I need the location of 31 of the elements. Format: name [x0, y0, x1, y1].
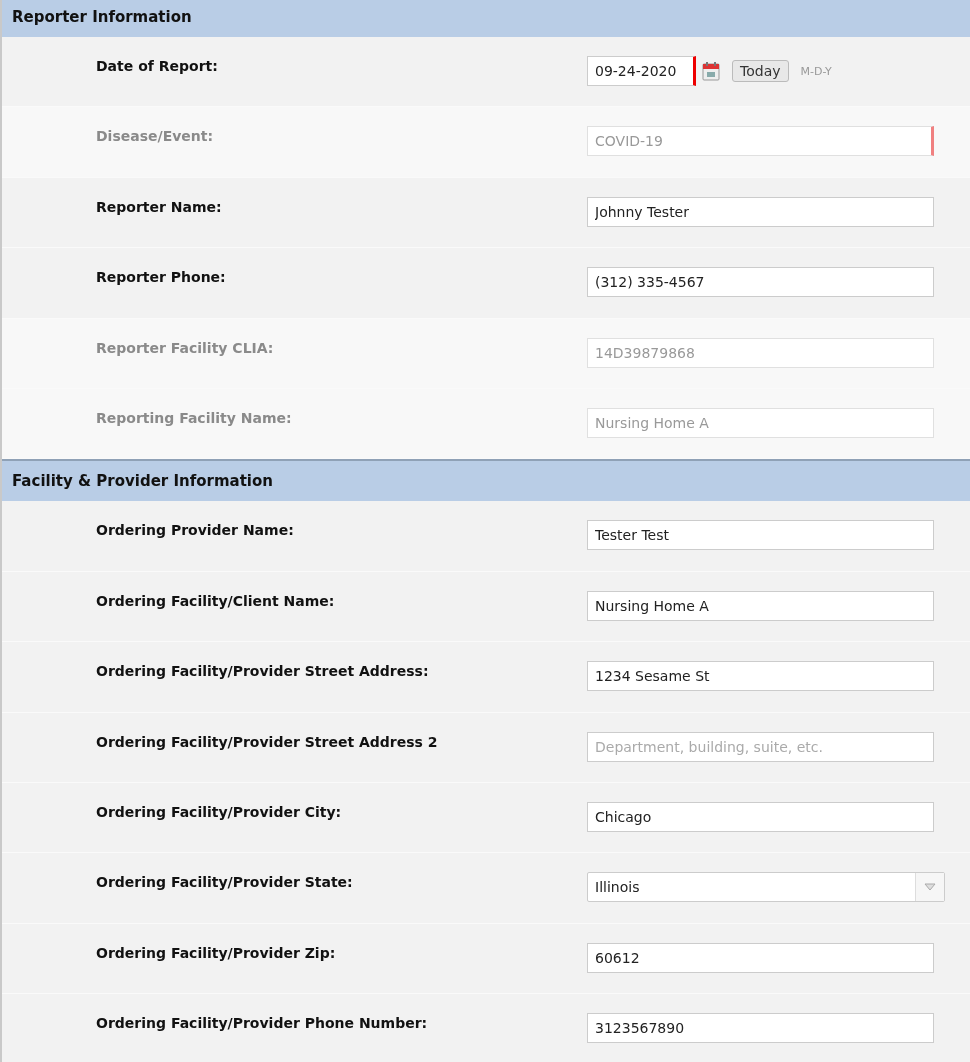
field-label: Ordering Facility/Client Name: [96, 592, 336, 609]
section-header: Reporter Information [2, 0, 970, 37]
text-field[interactable]: 1234 Sesame St [587, 661, 934, 692]
text-field[interactable]: Johnny Tester [587, 196, 934, 227]
field-label: Reporter Facility CLIA: [96, 339, 275, 356]
text-field[interactable]: (312) 335-4567 [587, 267, 934, 298]
field-label: Ordering Facility/Provider Street Address 2 [96, 733, 439, 750]
field-label: Ordering Facility/Provider Phone Number: [96, 1015, 429, 1032]
field-label: Ordering Provider Name: [96, 522, 295, 539]
field-label: Reporter Phone: [96, 269, 227, 286]
field-label: Ordering Facility/Provider State: [96, 874, 354, 891]
today-button[interactable]: Today [732, 60, 789, 82]
text-field[interactable]: Department, building, suite, etc. [587, 731, 934, 762]
text-field[interactable]: 60612 [587, 942, 934, 973]
select-field[interactable]: Illinois [587, 872, 945, 903]
field-label: Disease/Event: [96, 128, 215, 145]
field-label: Reporter Name: [96, 198, 223, 215]
field-label: Ordering Facility/Provider Zip: [96, 944, 337, 961]
text-field[interactable]: Nursing Home A [587, 590, 934, 621]
field-label: Ordering Facility/Provider City: [96, 803, 343, 820]
field-label: Reporting Facility Name: [96, 409, 293, 426]
text-field[interactable]: Tester Test [587, 520, 934, 551]
text-field[interactable]: 3123567890 [587, 1013, 934, 1044]
field-label: Ordering Facility/Provider Street Address: [96, 663, 430, 680]
field-label: Date of Report: [96, 58, 219, 74]
section-header: Facility & Provider Information [2, 459, 970, 502]
calendar-icon[interactable] [702, 61, 720, 81]
caret-icon [924, 883, 936, 892]
date-format-hint: M-D-Y [800, 64, 832, 78]
date-field[interactable]: 09-24-2020 [587, 56, 696, 86]
text-field[interactable]: Chicago [587, 801, 934, 832]
